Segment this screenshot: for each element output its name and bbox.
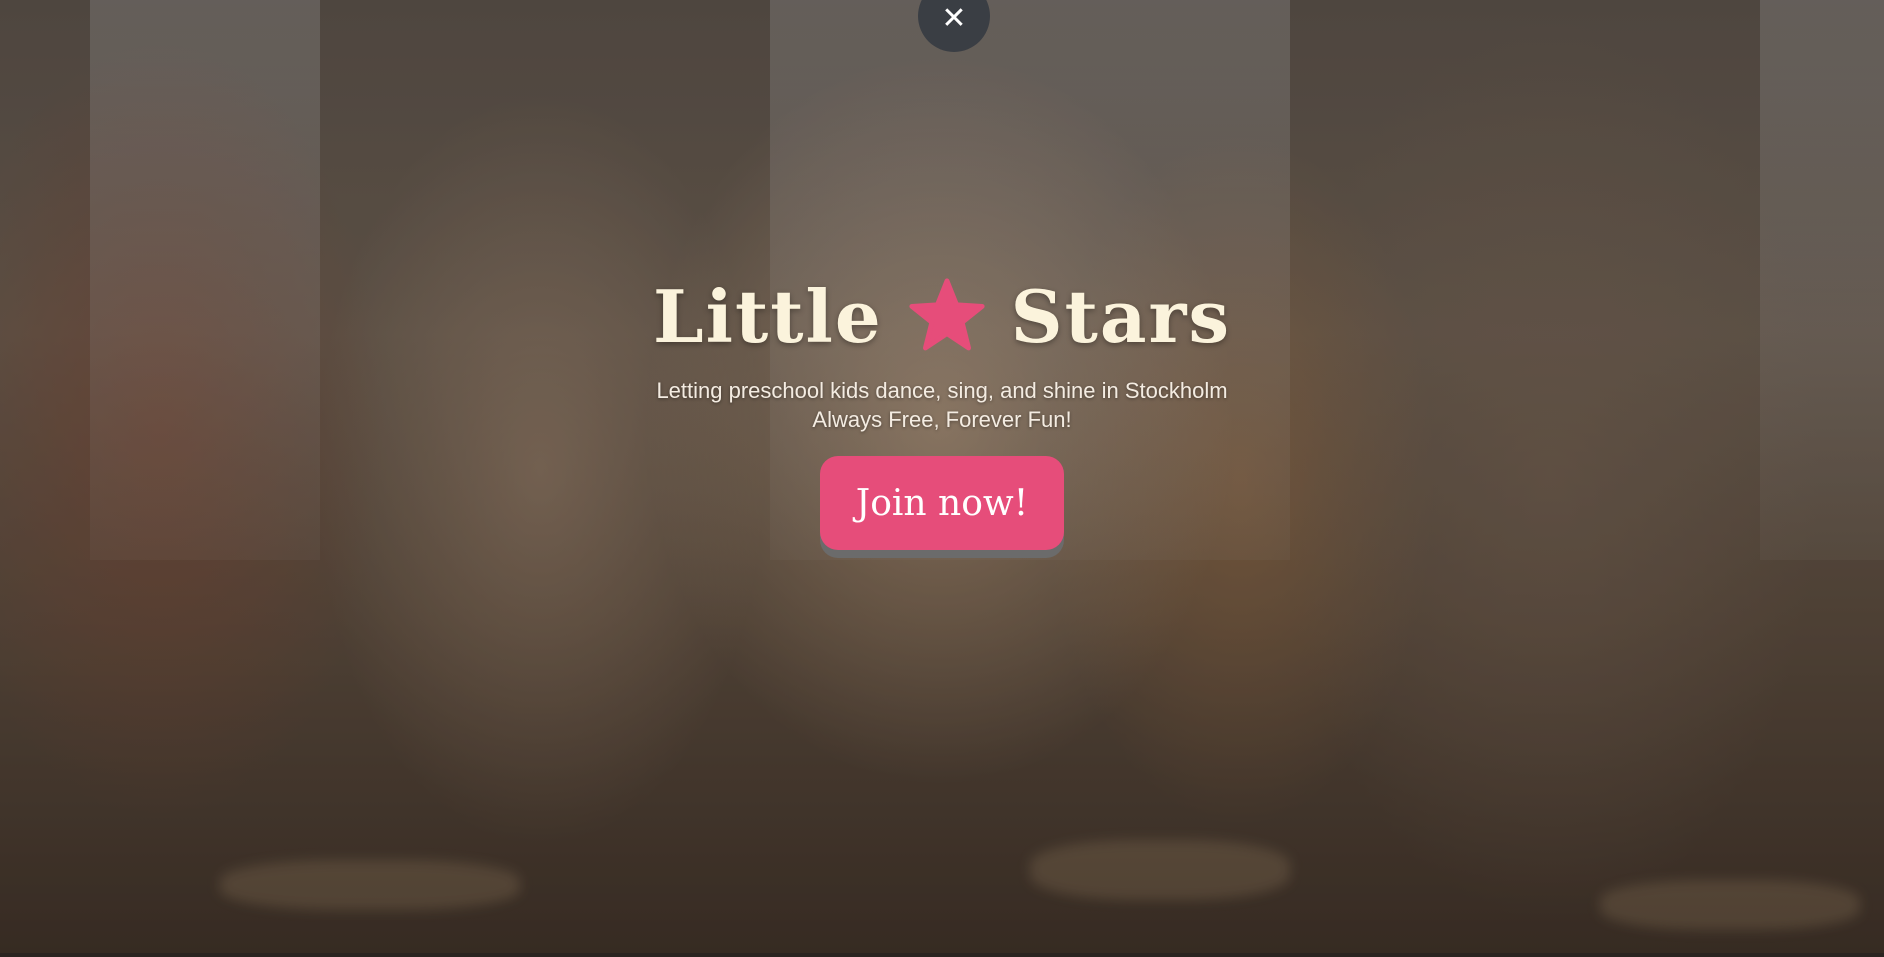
site-title: Little Stars: [0, 268, 1884, 364]
tagline: Letting preschool kids dance, sing, and …: [0, 376, 1884, 434]
hero-section: ✕ Little Stars Letting preschool kids da…: [0, 0, 1884, 953]
star-icon: [909, 278, 985, 351]
title-word-little: Little: [652, 273, 883, 359]
tagline-line-1: Letting preschool kids dance, sing, and …: [656, 378, 1228, 403]
hero-content: Little Stars Letting preschool kids danc…: [0, 268, 1884, 550]
title-word-stars: Stars: [1010, 273, 1232, 359]
tagline-line-2: Always Free, Forever Fun!: [812, 407, 1072, 432]
close-icon: ✕: [941, 1, 967, 36]
join-now-button[interactable]: Join now!: [820, 456, 1064, 550]
